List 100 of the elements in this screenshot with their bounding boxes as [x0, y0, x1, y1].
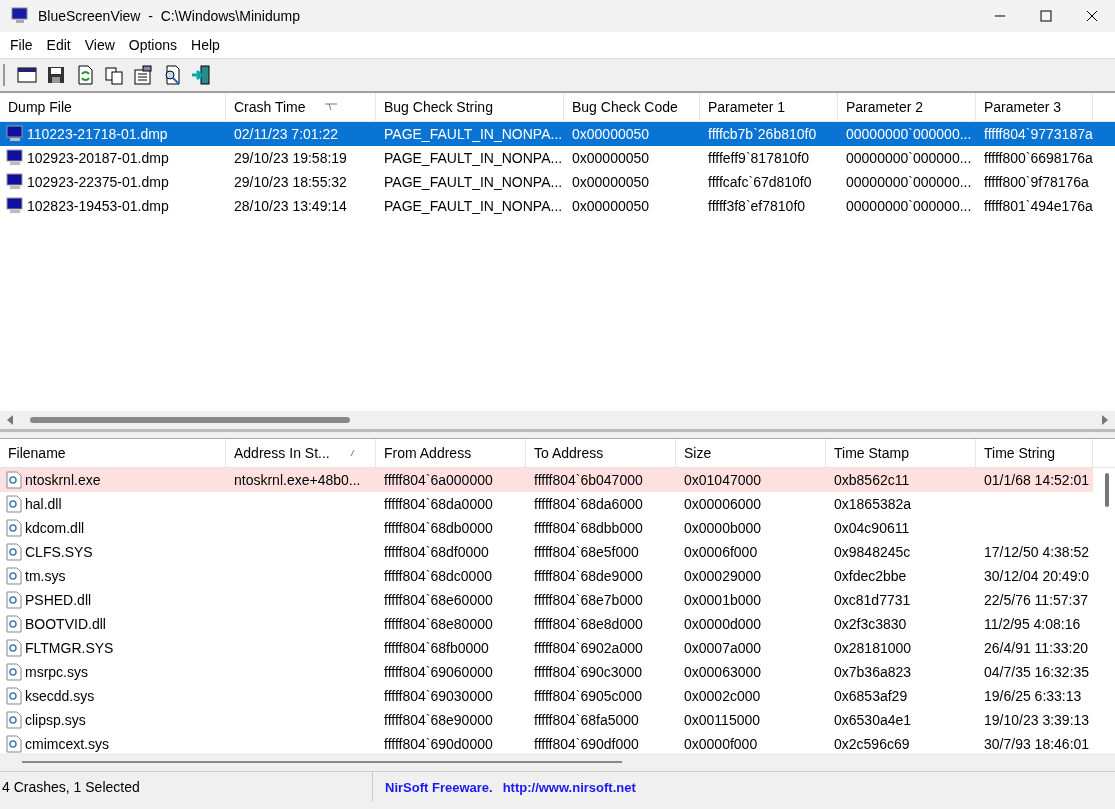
file-icon: [6, 495, 22, 513]
menu-item[interactable]: Help: [184, 37, 227, 53]
copy-icon[interactable]: [103, 64, 125, 86]
file-icon: [6, 639, 22, 657]
table-cell: tm.sys: [25, 568, 66, 584]
column-header[interactable]: Parameter 3: [976, 93, 1093, 121]
module-row[interactable]: msrpc.sys fffff804`69060000 fffff804`690c3000 0x00063000 0x7b36a823 04/7/35 16:32:35: [0, 660, 1115, 684]
column-header[interactable]: Crash Time: [226, 93, 376, 121]
column-header[interactable]: From Address: [376, 439, 526, 467]
table-cell: 19/10/23 3:39:13: [984, 712, 1090, 728]
table-cell: fffff804`68e8d000: [534, 616, 643, 632]
table-cell: 29/10/23 18:55:32: [234, 174, 347, 190]
monitor-icon: [6, 149, 24, 167]
column-header[interactable]: Dump File: [0, 93, 226, 121]
table-cell: fffff804`68dbb000: [534, 520, 643, 536]
crash-row[interactable]: 102923-20187-01.dmp 29/10/23 19:58:19 PAGE_FAULT_IN_NONPA... 0x00000050 ffffeff9`817810f0 00000000`000000... fffff800`6698176a: [0, 146, 1115, 170]
crash-row[interactable]: 110223-21718-01.dmp 02/11/23 7:01:22 PAGE_FAULT_IN_NONPA... 0x00000050 ffffcb7b`26b810f0 00000000`000000... fffff804`9773187a: [0, 122, 1115, 146]
table-cell: fffff804`68e90000: [384, 712, 493, 728]
module-row[interactable]: hal.dll fffff804`68da0000 fffff804`68da6000 0x00006000 0x1865382a: [0, 492, 1115, 516]
file-icon: [6, 519, 22, 537]
module-row[interactable]: kdcom.dll fffff804`68db0000 fffff804`68dbb000 0x0000b000 0x04c90611: [0, 516, 1115, 540]
sort-icon: [323, 103, 338, 111]
column-header[interactable]: To Address: [526, 439, 676, 467]
window-icon[interactable]: [16, 64, 38, 86]
table-cell: 0x00115000: [684, 712, 761, 728]
column-header[interactable]: Parameter 2: [838, 93, 976, 121]
module-row[interactable]: clipsp.sys fffff804`68e90000 fffff804`68fa5000 0x00115000 0x6530a4e1 19/10/23 3:39:13: [0, 708, 1115, 732]
table-cell: 02/11/23 7:01:22: [234, 126, 339, 142]
table-cell: 0x00029000: [684, 568, 762, 584]
table-cell: fffff804`9773187a: [984, 126, 1093, 142]
table-cell: 26/4/91 11:33:20: [984, 640, 1089, 656]
credit-text: NirSoft Freeware.: [385, 779, 493, 795]
file-icon: [6, 663, 22, 681]
scroll-right-icon[interactable]: [1101, 415, 1109, 425]
module-row[interactable]: PSHED.dll fffff804`68e60000 fffff804`68e7b000 0x0001b000 0xc81d7731 22/5/76 11:57:37: [0, 588, 1115, 612]
table-cell: 0x2c596c69: [834, 736, 910, 752]
horizontal-scrollbar[interactable]: [0, 753, 1115, 771]
column-header[interactable]: Bug Check String: [376, 93, 564, 121]
menu-item[interactable]: Edit: [39, 37, 78, 53]
table-cell: fffff804`68dc0000: [384, 568, 492, 584]
column-header[interactable]: Filename: [0, 439, 226, 467]
table-cell: PSHED.dll: [25, 592, 92, 608]
table-cell: PAGE_FAULT_IN_NONPA...: [384, 126, 563, 142]
module-row[interactable]: tm.sys fffff804`68dc0000 fffff804`68de9000 0x00029000 0xfdec2bbe 30/12/04 20:49:0: [0, 564, 1115, 588]
crash-row[interactable]: 102823-19453-01.dmp 28/10/23 13:49:14 PAGE_FAULT_IN_NONPA... 0x00000050 fffff3f8`ef7810f0 00000000`000000... fffff801`494e176a: [0, 194, 1115, 218]
module-row[interactable]: ntoskrnl.exe ntoskrnl.exe+48b0... fffff804`6a000000 fffff804`6b047000 0x01047000 0xb8562c11 01/1/68 14:52:01: [0, 468, 1093, 492]
table-cell: msrpc.sys: [25, 664, 88, 680]
table-cell: fffff804`68de9000: [534, 568, 643, 584]
column-header[interactable]: Size: [676, 439, 826, 467]
table-cell: fffff804`68da0000: [384, 496, 493, 512]
monitor-icon: [6, 125, 24, 143]
file-icon: [6, 615, 22, 633]
table-cell: fffff804`69060000: [384, 664, 493, 680]
crash-row[interactable]: 102923-22375-01.dmp 29/10/23 18:55:32 PAGE_FAULT_IN_NONPA... 0x00000050 ffffcafc`67d810f0 00000000`000000... fffff800`9f78176a: [0, 170, 1115, 194]
module-row[interactable]: BOOTVID.dll fffff804`68e80000 fffff804`68e8d000 0x0000d000 0x2f3c3830 11/2/95 4:08:16: [0, 612, 1115, 636]
table-cell: fffff804`6a000000: [384, 472, 493, 488]
module-row[interactable]: FLTMGR.SYS fffff804`68fb0000 fffff804`6902a000 0x0007a000 0x28181000 26/4/91 11:33:20: [0, 636, 1115, 660]
table-cell: clipsp.sys: [25, 712, 86, 728]
column-header[interactable]: Bug Check Code: [564, 93, 700, 121]
properties-icon[interactable]: [132, 64, 154, 86]
column-header[interactable]: Time String: [976, 439, 1093, 467]
menu-item[interactable]: File: [3, 37, 40, 53]
horizontal-scrollbar[interactable]: [0, 411, 1115, 429]
table-cell: ffffcafc`67d810f0: [708, 174, 812, 190]
menu-item[interactable]: Options: [121, 37, 185, 53]
column-header[interactable]: Time Stamp: [826, 439, 976, 467]
exit-icon[interactable]: [190, 64, 212, 86]
table-cell: 0x28181000: [834, 640, 912, 656]
monitor-icon: [10, 6, 30, 26]
table-cell: fffff804`68e60000: [384, 592, 493, 608]
table-cell: 102923-22375-01.dmp: [27, 174, 169, 190]
table-cell: 29/10/23 19:58:19: [234, 150, 347, 166]
table-cell: fffff804`68e7b000: [534, 592, 643, 608]
monitor-icon: [6, 197, 24, 215]
table-cell: fffff804`68df0000: [384, 544, 489, 560]
module-row[interactable]: ksecdd.sys fffff804`69030000 fffff804`6905c000 0x0002c000 0x6853af29 19/6/25 6:33:13: [0, 684, 1115, 708]
table-cell: 0x2f3c3830: [834, 616, 907, 632]
table-cell: 0x0002c000: [684, 688, 761, 704]
table-cell: 0x00063000: [684, 664, 762, 680]
menu-item[interactable]: View: [77, 37, 122, 53]
table-cell: 0x0000b000: [684, 520, 762, 536]
table-cell: 102823-19453-01.dmp: [27, 198, 169, 214]
module-row[interactable]: CLFS.SYS fffff804`68df0000 fffff804`68e5f000 0x0006f000 0x9848245c 17/12/50 4:38:52: [0, 540, 1115, 564]
table-cell: ksecdd.sys: [25, 688, 95, 704]
table-cell: kdcom.dll: [25, 520, 85, 536]
website-link[interactable]: http://www.nirsoft.net: [502, 779, 636, 795]
table-cell: 0x6853af29: [834, 688, 908, 704]
vertical-scrollbar[interactable]: [1105, 473, 1109, 507]
table-cell: PAGE_FAULT_IN_NONPA...: [384, 174, 563, 190]
table-cell: 30/12/04 20:49:0: [984, 568, 1090, 584]
module-row[interactable]: cmimcext.sys fffff804`690d0000 fffff804`690df000 0x0000f000 0x2c596c69 30/7/93 18:46:01: [0, 732, 1115, 753]
table-cell: 0x1865382a: [834, 496, 912, 512]
column-header[interactable]: Address In St...: [226, 439, 376, 467]
table-cell: fffff804`68e5f000: [534, 544, 639, 560]
column-header[interactable]: Parameter 1: [700, 93, 838, 121]
scroll-left-icon[interactable]: [6, 415, 14, 425]
table-cell: 102923-20187-01.dmp: [27, 150, 169, 166]
table-cell: 0x00000050: [572, 198, 650, 214]
table-cell: 11/2/95 4:08:16: [984, 616, 1081, 632]
table-cell: 0x0000f000: [684, 736, 758, 752]
